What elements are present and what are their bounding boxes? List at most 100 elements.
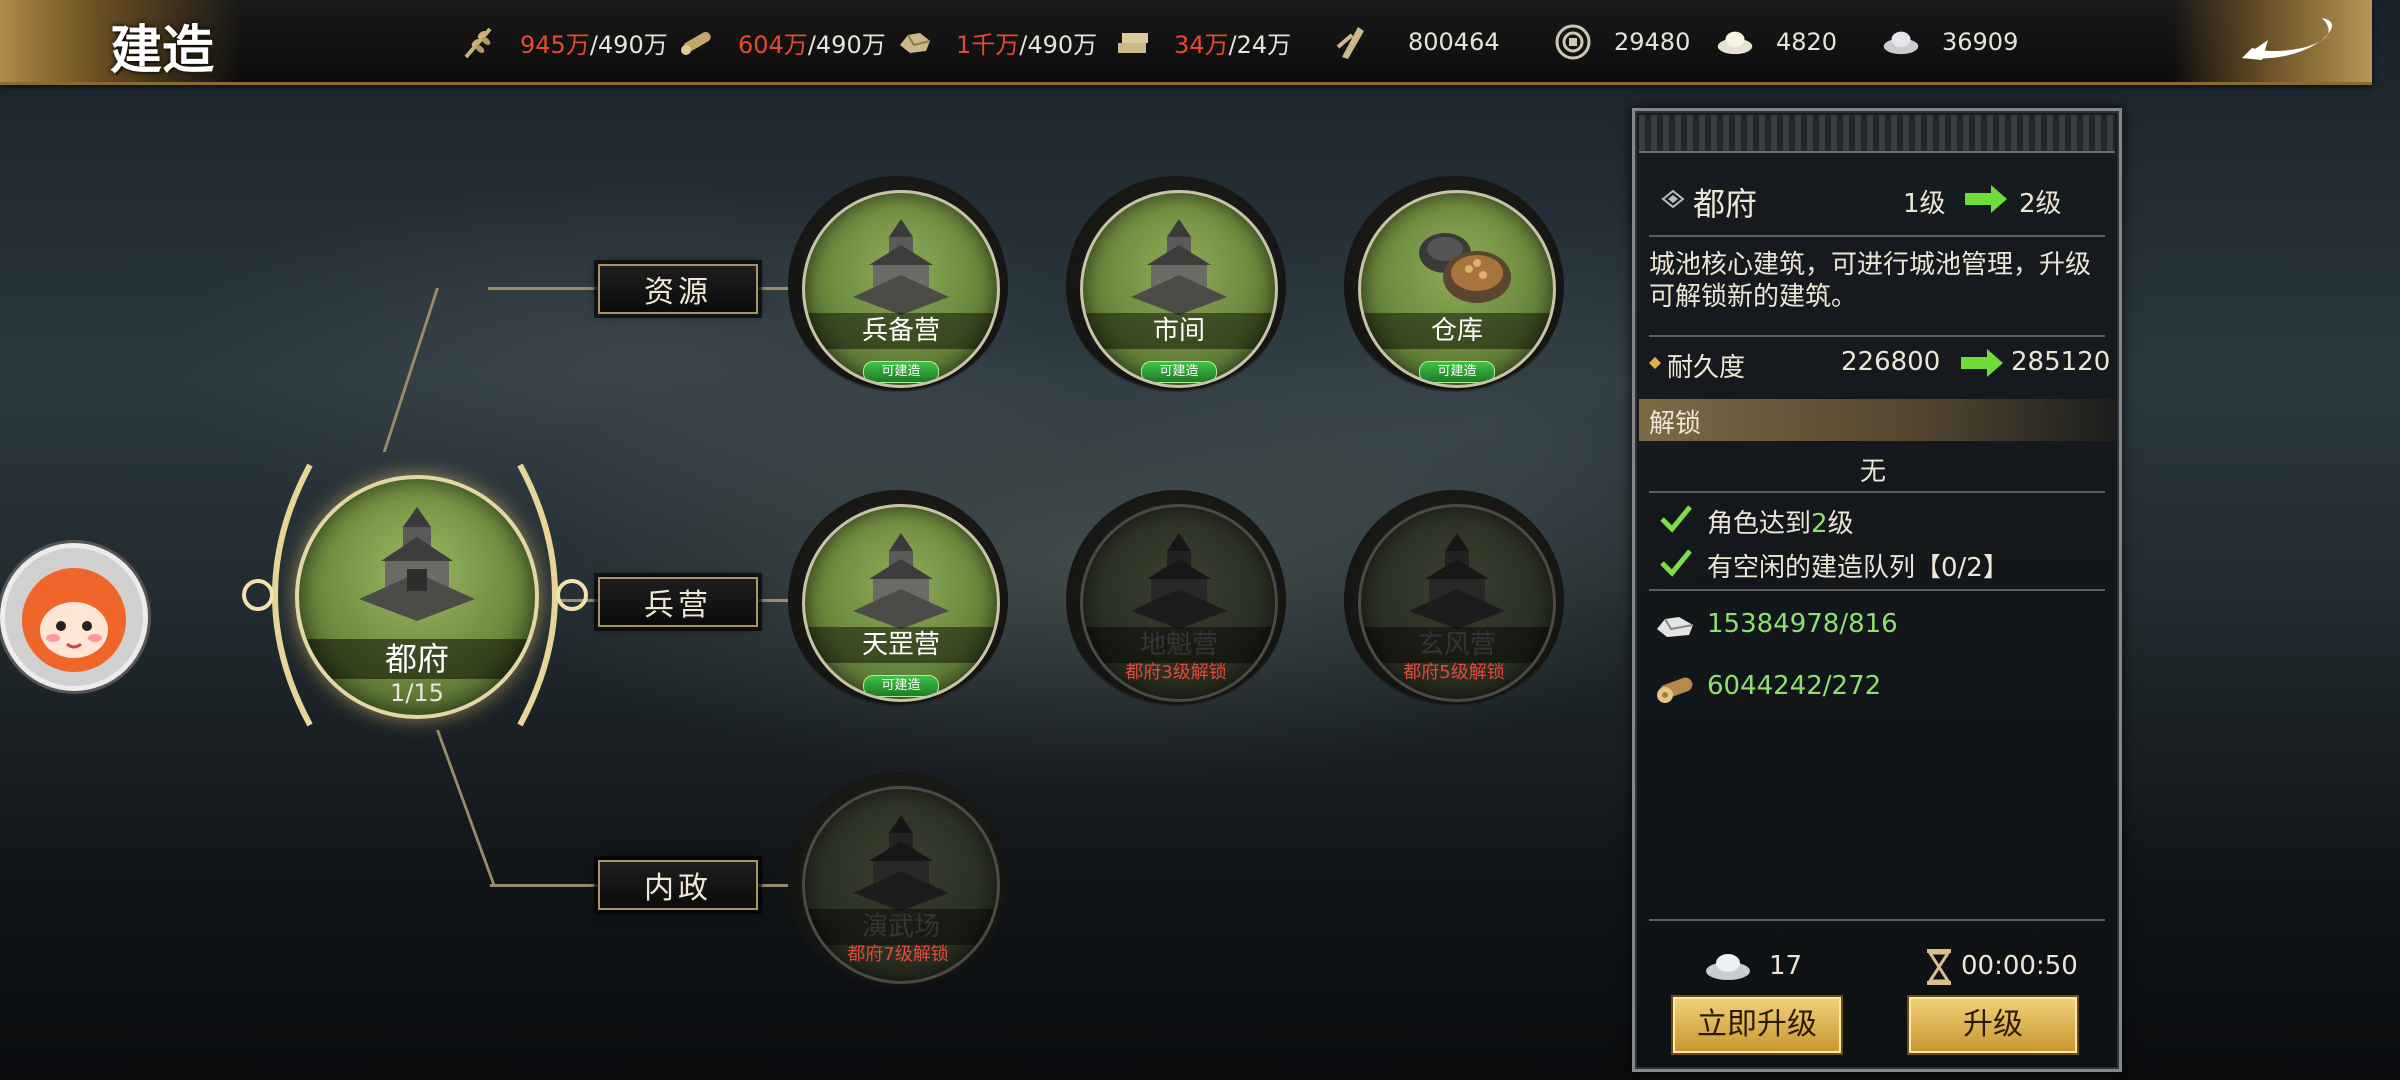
building-disc: 仓库 可建造	[1358, 190, 1556, 388]
building-description: 城池核心建筑，可进行城池管理，升级可解锁新的建筑。	[1649, 250, 2092, 312]
grain-current: 945万	[520, 30, 590, 59]
category-resource[interactable]: 资源	[598, 264, 758, 314]
silver-value: 36909	[1942, 28, 2019, 56]
back-button[interactable]	[2172, 0, 2372, 82]
req-level: 2	[1811, 509, 1828, 539]
resource-copper[interactable]: 29480	[1554, 22, 1690, 62]
wood-current: 604万	[738, 30, 808, 59]
small-diamond-icon	[1649, 357, 1661, 369]
building-name: 仓库	[1361, 313, 1553, 349]
iron-icon	[1114, 23, 1152, 61]
buildable-badge: 可建造	[1141, 361, 1217, 383]
upgrade-button[interactable]: 升级	[1907, 995, 2079, 1055]
green-arrow-icon	[1961, 349, 2003, 377]
grain-max: /490万	[589, 30, 668, 59]
gold-ingot-icon	[1716, 23, 1754, 61]
game-scene: 建造 945万/490万 604万/490万 1千万/490万 34万/24万	[0, 0, 2400, 1080]
building-node-tiangangying[interactable]: 天罡营 可建造	[788, 490, 1008, 710]
hourglass-icon	[1927, 949, 1951, 985]
diamond-bullet-icon	[1661, 189, 1685, 209]
main-building-level: 1/15	[390, 679, 444, 707]
resource-stone[interactable]: 1千万/490万	[896, 22, 1097, 62]
durability-from: 226800	[1841, 347, 1941, 377]
main-building-node[interactable]: 都府 1/15	[270, 450, 560, 740]
unlock-requirement: 都府5级解锁	[1403, 662, 1505, 683]
requirement-queue: 有空闲的建造队列【0/2】	[1707, 553, 2009, 583]
building-node-cangku[interactable]: 仓库 可建造	[1344, 176, 1564, 396]
unlock-value: 无	[1859, 457, 1886, 487]
resource-gold[interactable]: 4820	[1716, 22, 1837, 62]
connector-res	[756, 287, 792, 290]
level-to: 2级	[2019, 189, 2062, 219]
building-node-dikuiying[interactable]: 地魁营 都府3级解锁	[1066, 490, 1286, 710]
durability-to: 285120	[2011, 347, 2111, 377]
level-from: 1级	[1903, 189, 1946, 219]
branch-line-resource-h	[488, 287, 598, 290]
stone-icon	[896, 23, 934, 61]
main-building-name: 都府	[299, 639, 535, 679]
palace-icon	[359, 507, 475, 621]
divider	[1649, 919, 2105, 921]
silver-ingot-icon	[1706, 954, 1750, 980]
buildable-badge: 可建造	[863, 675, 939, 697]
building-node-bingbeiying[interactable]: 兵备营 可建造	[788, 176, 1008, 396]
decree-icon	[1332, 23, 1370, 61]
copper-value: 29480	[1614, 28, 1691, 56]
iron-current: 34万	[1174, 30, 1229, 59]
branch-line-resource	[382, 288, 439, 452]
resource-iron[interactable]: 34万/24万	[1114, 22, 1291, 62]
market-building-icon	[1131, 219, 1227, 315]
branch-line-civil	[436, 730, 496, 886]
building-node-shijian[interactable]: 市间 可建造	[1066, 176, 1286, 396]
unlock-header: 解锁	[1649, 409, 1702, 439]
branch-line-civil-h	[490, 884, 598, 887]
buildable-badge: 可建造	[863, 361, 939, 383]
upgrade-time: 00:00:50	[1961, 951, 2078, 981]
barracks-building-icon	[1131, 533, 1227, 629]
wood-icon	[678, 23, 716, 61]
building-name: 兵备营	[805, 313, 997, 349]
panel-roof-decoration	[1639, 115, 2115, 153]
requirement-level: 角色达到2级	[1707, 503, 1854, 540]
unlock-header-bar	[1639, 399, 2115, 441]
stone-icon	[1657, 617, 1694, 637]
resource-decree[interactable]: 800464	[1332, 22, 1500, 62]
durability-label: 耐久度	[1667, 353, 1746, 383]
resource-wood[interactable]: 604万/490万	[678, 22, 886, 62]
main-building-disc: 都府 1/15	[295, 475, 539, 719]
instant-upgrade-button[interactable]: 立即升级	[1671, 995, 1843, 1055]
copper-coin-icon	[1554, 23, 1592, 61]
resource-silver[interactable]: 36909	[1882, 22, 2018, 62]
barracks-building-icon	[853, 219, 949, 315]
warehouse-building-icon	[1419, 233, 1511, 303]
category-civil[interactable]: 内政	[598, 860, 758, 910]
building-disc: 天罡营 可建造	[802, 504, 1000, 702]
building-disc: 市间 可建造	[1080, 190, 1278, 388]
divider	[1649, 491, 2105, 493]
req-prefix: 角色达到	[1707, 509, 1812, 539]
top-bar: 建造 945万/490万 604万/490万 1千万/490万 34万/24万	[0, 0, 2372, 85]
category-barracks[interactable]: 兵营	[598, 577, 758, 627]
connector-civil	[756, 884, 792, 887]
instant-cost: 17	[1769, 951, 1803, 981]
building-node-yanwuchang[interactable]: 演武场 都府7级解锁	[788, 772, 1008, 992]
building-name: 市间	[1083, 313, 1275, 349]
cost-wood: 6044242/272	[1707, 671, 1882, 701]
decree-value: 800464	[1408, 28, 1500, 56]
building-info-panel: 都府 1级 2级 城池核心建筑，可进行城池管理，升级可解锁新的建筑。 耐久度 2…	[1632, 108, 2122, 1072]
building-disc: 兵备营 可建造	[802, 190, 1000, 388]
barracks-building-icon	[853, 533, 949, 629]
training-ground-building-icon	[853, 815, 949, 911]
cost-stone: 15384978/816	[1707, 609, 1898, 639]
building-node-xuanfengying[interactable]: 玄风营 都府5级解锁	[1344, 490, 1564, 710]
divider	[1649, 235, 2105, 237]
grain-icon	[460, 23, 498, 61]
green-arrow-icon	[1965, 185, 2007, 213]
back-arrow-icon	[2242, 18, 2332, 60]
page-title: 建造	[110, 20, 215, 81]
advisor-avatar[interactable]	[0, 543, 148, 691]
resource-grain[interactable]: 945万/490万	[460, 22, 668, 62]
building-name: 天罡营	[805, 627, 997, 663]
check-icon	[1660, 505, 1692, 533]
wood-max: /490万	[807, 30, 886, 59]
